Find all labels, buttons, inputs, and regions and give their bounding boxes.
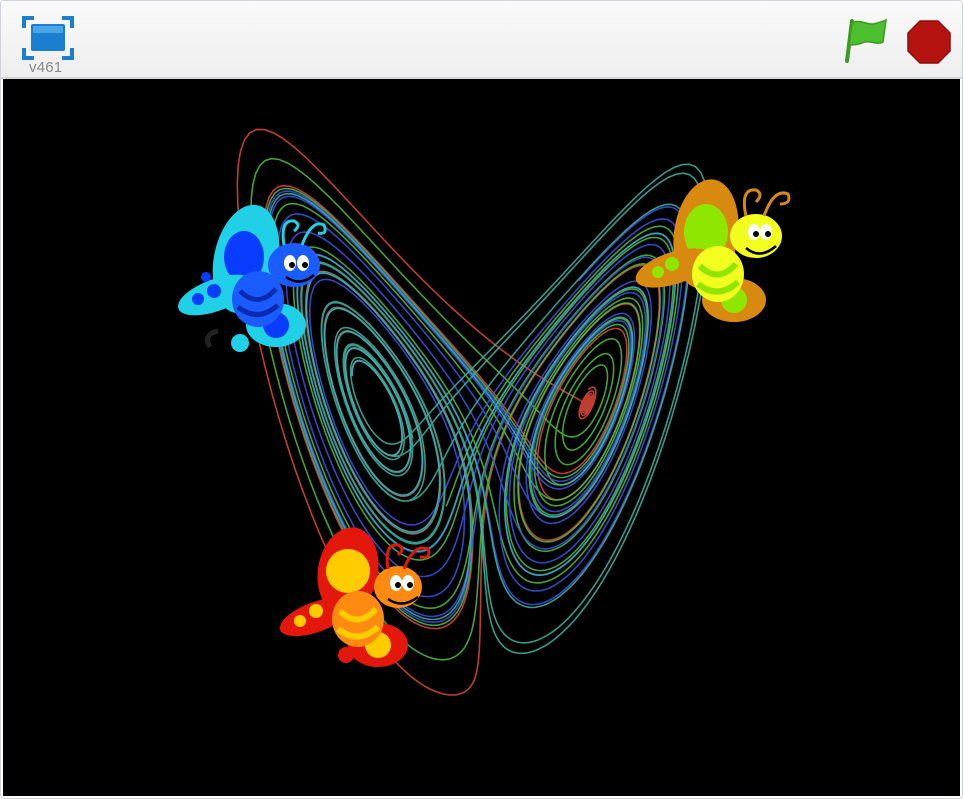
stage-canvas[interactable] bbox=[3, 79, 960, 796]
yellow-butterfly-sprite[interactable] bbox=[631, 175, 791, 322]
player-controls-bar: v461 bbox=[1, 1, 962, 79]
stage-drawing bbox=[173, 128, 791, 696]
fullscreen-button[interactable] bbox=[21, 15, 75, 61]
red-butterfly-sprite[interactable] bbox=[275, 522, 431, 667]
project-player: v461 bbox=[0, 0, 963, 799]
blue-butterfly-sprite[interactable] bbox=[173, 199, 327, 352]
stop-sign-icon bbox=[907, 20, 951, 64]
green-flag-button[interactable] bbox=[839, 15, 891, 65]
version-label: v461 bbox=[29, 59, 63, 76]
fullscreen-icon bbox=[22, 16, 74, 60]
stop-button[interactable] bbox=[905, 18, 953, 66]
green-flag-icon bbox=[845, 18, 887, 63]
